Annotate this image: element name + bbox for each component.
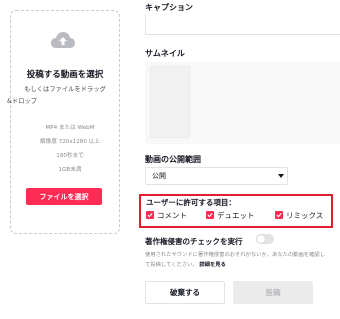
privacy-selected-value: 公開 <box>152 172 166 180</box>
thumbnail-selector[interactable] <box>150 66 190 138</box>
upload-title: 投稿する動画を選択 <box>26 70 104 80</box>
copyright-notice-line1: 使用されたサウンドに著作権侵害のおそれがないか、あなたの動画を確認し <box>145 252 325 258</box>
cloud-upload-icon <box>51 32 75 48</box>
thumbnail-label: サムネイル <box>145 49 185 58</box>
comment-checkbox[interactable] <box>146 211 154 219</box>
remix-checkbox[interactable] <box>275 211 283 219</box>
upload-spec-resolution: 解像度 720x1280 以上 <box>40 139 100 145</box>
caption-input[interactable] <box>145 15 340 35</box>
remix-checkbox-label: リミックス <box>286 211 324 220</box>
permissions-title: ユーザーに許可する項目： <box>146 198 236 207</box>
learn-more-link[interactable]: 詳細を見る <box>199 262 226 268</box>
upload-spec-format: MP4 または WebM <box>45 125 95 131</box>
check-icon <box>276 213 282 218</box>
privacy-label: 動画の公開範囲 <box>145 155 201 164</box>
comment-checkbox-label: コメント <box>157 211 187 220</box>
post-button[interactable]: 投稿 <box>233 281 313 304</box>
duet-checkbox-label: デュエット <box>217 211 255 220</box>
discard-button[interactable]: 破棄する <box>145 281 225 304</box>
privacy-select[interactable]: 公開 <box>145 167 288 185</box>
copyright-notice: 使用されたサウンドに著作権侵害のおそれがないか、あなたの動画を確認し て投稿して… <box>145 250 340 270</box>
caret-down-icon <box>278 174 284 178</box>
copyright-notice-line2: て投稿してください。 <box>145 262 198 268</box>
copyright-check-label: 著作権侵害のチェックを実行 <box>145 237 243 246</box>
caption-label: キャプション <box>145 3 193 12</box>
check-icon <box>147 213 153 218</box>
check-icon <box>207 213 213 218</box>
duet-checkbox[interactable] <box>206 211 214 219</box>
upload-spec-size: 1GB未満 <box>58 167 82 173</box>
toggle-knob <box>257 235 265 243</box>
upload-spec-duration: 180秒まで <box>56 153 84 159</box>
upload-subtitle-2: &ドロップ <box>6 98 38 105</box>
upload-subtitle: もしくはファイルをドラッグ <box>24 86 106 93</box>
select-file-button[interactable]: ファイルを選択 <box>26 188 102 205</box>
